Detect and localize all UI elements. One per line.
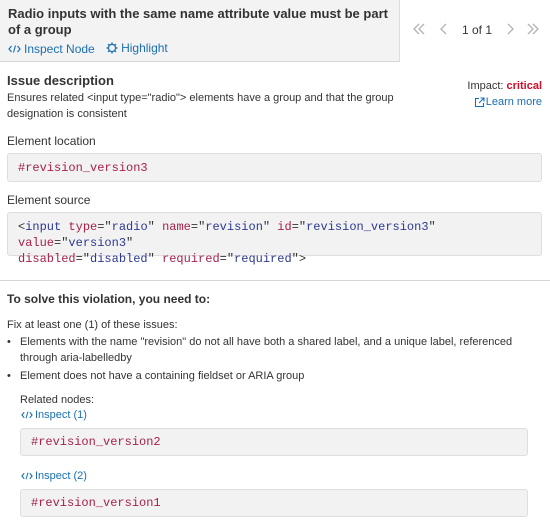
pager-status: 1 of 1 xyxy=(462,23,493,37)
issue-header-main: Radio inputs with the same name attribut… xyxy=(0,0,399,62)
source-attr-value: required xyxy=(234,252,292,266)
source-attr-name: required xyxy=(162,252,220,266)
element-source-line-2: disabled="disabled" required="required"> xyxy=(18,252,307,266)
source-attr-value: disabled xyxy=(90,252,148,266)
gear-icon xyxy=(106,42,118,54)
inspect-node-link[interactable]: Inspect Node xyxy=(8,42,95,56)
chevron-right-icon xyxy=(507,23,514,35)
issue-header: Radio inputs with the same name attribut… xyxy=(0,0,550,62)
related-node-2-box[interactable]: #revision_version1 xyxy=(20,489,528,517)
inspect-related-2-link[interactable]: Inspect (2) xyxy=(21,470,87,482)
element-location-box[interactable]: #revision_version3 xyxy=(7,153,542,182)
chevron-left-icon xyxy=(440,23,447,35)
list-item: • Element does not have a containing fie… xyxy=(7,368,527,384)
external-link-icon xyxy=(474,96,485,107)
related-node-1-box[interactable]: #revision_version2 xyxy=(20,428,528,456)
inspect-related-1-link[interactable]: Inspect (1) xyxy=(21,409,87,421)
inspect-related-1-label: Inspect (1) xyxy=(35,409,87,421)
source-attr-value: revision xyxy=(205,220,263,234)
source-attr-value: radio xyxy=(111,220,148,234)
source-tag-name: input xyxy=(25,220,62,234)
highlight-label: Highlight xyxy=(121,41,168,55)
impact-indicator: Impact: critical xyxy=(467,80,542,92)
learn-more-label: Learn more xyxy=(485,96,542,108)
fix-intro: Fix at least one (1) of these issues: xyxy=(7,319,178,331)
header-actions: Inspect Node Highlight xyxy=(8,41,176,56)
source-attr-name: type xyxy=(68,220,98,234)
next-page-button[interactable] xyxy=(506,22,516,38)
bullet: • xyxy=(7,370,11,382)
inspect-node-label: Inspect Node xyxy=(24,42,95,56)
element-location-label: Element location xyxy=(7,134,96,148)
element-source-line-1: <input type="radio" name="revision" id="… xyxy=(18,220,436,250)
double-chevron-right-icon xyxy=(527,23,539,35)
related-nodes-label: Related nodes: xyxy=(20,394,94,406)
source-attr-name: disabled xyxy=(18,252,76,266)
bullet: • xyxy=(7,336,11,348)
code-icon xyxy=(21,411,33,419)
impact-value: critical xyxy=(506,80,542,92)
pager-panel: 1 of 1 xyxy=(400,0,550,62)
list-item: • Elements with the name "revision" do n… xyxy=(7,334,527,366)
issue-description-heading: Issue description xyxy=(7,73,114,88)
source-attr-name: id xyxy=(277,220,292,234)
fix-item-text: Elements with the name "revision" do not… xyxy=(20,336,513,364)
element-source-box[interactable]: <input type="radio" name="revision" id="… xyxy=(7,212,542,266)
impact-label: Impact: xyxy=(467,80,504,92)
source-attr-name: value xyxy=(18,236,55,250)
related-node-1-selector: #revision_version2 xyxy=(31,435,161,449)
pager: 1 of 1 xyxy=(400,22,550,38)
highlight-link[interactable]: Highlight xyxy=(106,41,168,55)
source-attr-value: version3 xyxy=(68,236,127,250)
double-chevron-left-icon xyxy=(413,23,425,35)
last-page-button[interactable] xyxy=(526,22,540,38)
issue-title: Radio inputs with the same name attribut… xyxy=(8,6,388,37)
fix-item-text: Element does not have a containing field… xyxy=(20,370,305,382)
code-icon xyxy=(21,472,33,480)
element-location-selector: #revision_version3 xyxy=(18,161,148,175)
fix-list: • Elements with the name "revision" do n… xyxy=(7,334,527,384)
element-source-label: Element source xyxy=(7,193,91,207)
source-attr-value: revision_version3 xyxy=(306,220,429,234)
section-divider xyxy=(0,280,550,281)
related-node-2-selector: #revision_version1 xyxy=(31,496,161,510)
first-page-button[interactable] xyxy=(412,22,426,38)
source-attr-name: name xyxy=(162,220,191,234)
learn-more-link[interactable]: Learn more xyxy=(474,96,542,108)
inspect-related-2-label: Inspect (2) xyxy=(35,470,87,482)
issue-description-text: Ensures related <input type="radio"> ele… xyxy=(7,92,394,120)
solution-heading: To solve this violation, you need to: xyxy=(7,292,211,306)
previous-page-button[interactable] xyxy=(438,22,448,38)
code-icon xyxy=(8,45,21,53)
